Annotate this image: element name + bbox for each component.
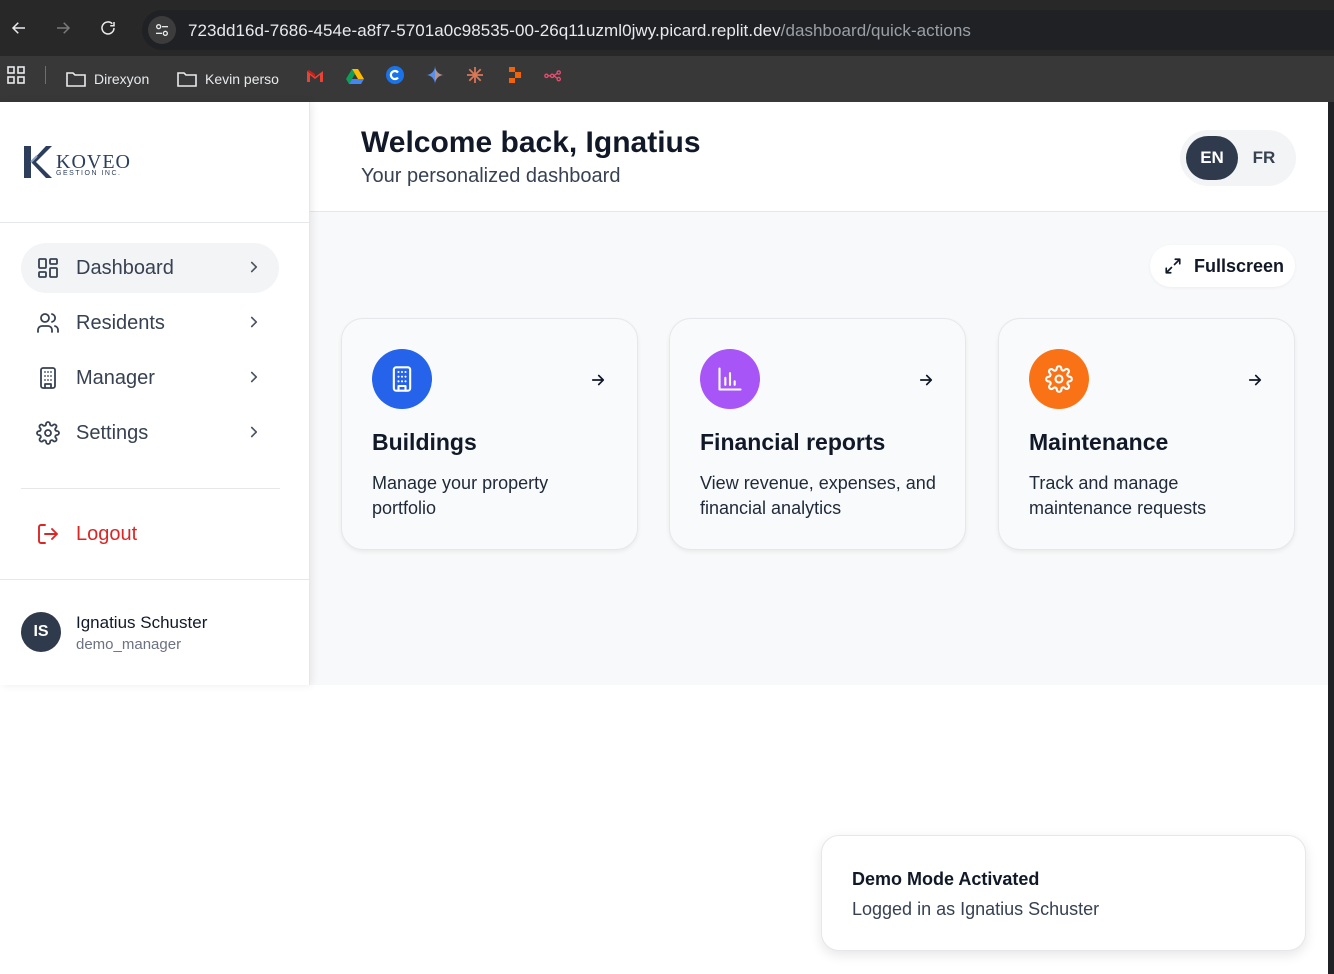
bookmark-separator bbox=[45, 66, 46, 84]
arrow-right-icon bbox=[57, 22, 71, 34]
address-bar[interactable]: 723dd16d-7686-454e-a8f7-5701a0c98535-00-… bbox=[142, 10, 1334, 50]
reload-button[interactable] bbox=[94, 14, 122, 42]
user-name: Ignatius Schuster bbox=[76, 613, 208, 632]
koveo-k-logo-icon bbox=[24, 146, 52, 178]
avatar: IS bbox=[21, 612, 61, 652]
gmail-icon[interactable] bbox=[306, 67, 324, 85]
tune-icon bbox=[156, 23, 168, 36]
card-description: View revenue, expenses, and financial an… bbox=[700, 473, 936, 518]
n8n-icon[interactable] bbox=[544, 66, 562, 84]
koveo-logo[interactable]: KOVEO GESTION INC. bbox=[22, 142, 131, 182]
quick-action-card-maintenance[interactable]: Maintenance Track and manage maintenance… bbox=[998, 318, 1295, 550]
divider bbox=[21, 488, 280, 489]
divider bbox=[0, 579, 310, 580]
url-path: /dashboard/quick-actions bbox=[780, 21, 971, 40]
toast-notification[interactable]: Demo Mode Activated Logged in as Ignatiu… bbox=[821, 835, 1306, 951]
users-icon bbox=[37, 313, 59, 333]
quick-action-card-financial-reports[interactable]: Financial reports View revenue, expenses… bbox=[669, 318, 966, 550]
url-host: 723dd16d-7686-454e-a8f7-5701a0c98535-00-… bbox=[188, 21, 781, 40]
bookmarks-bar: Direxyon Kevin perso bbox=[0, 56, 1334, 102]
cortex-icon[interactable] bbox=[386, 66, 404, 84]
gemini-icon[interactable] bbox=[426, 66, 444, 84]
card-title: Buildings bbox=[372, 429, 477, 455]
chevron-right-icon bbox=[250, 261, 258, 273]
sidebar-item-label: Residents bbox=[76, 312, 165, 334]
url-text: 723dd16d-7686-454e-a8f7-5701a0c98535-00-… bbox=[188, 21, 971, 41]
back-button[interactable] bbox=[5, 14, 33, 42]
quick-action-card-buildings[interactable]: Buildings Manage your property portfolio bbox=[341, 318, 638, 550]
arrow-right-icon bbox=[591, 374, 605, 386]
sidebar-item-manager[interactable]: Manager bbox=[21, 353, 279, 403]
language-en-button[interactable]: EN bbox=[1186, 136, 1238, 180]
bookmark-label: Kevin perso bbox=[205, 71, 279, 87]
page-header: Welcome back, Ignatius Your personalized… bbox=[310, 102, 1328, 212]
bookmark-direxyon[interactable]: Direxyon bbox=[66, 68, 149, 90]
sidebar-item-label: Dashboard bbox=[76, 257, 174, 279]
chevron-right-icon bbox=[250, 371, 258, 383]
folder-icon bbox=[66, 72, 86, 87]
logout-button[interactable]: Logout bbox=[21, 509, 279, 559]
expand-icon bbox=[1165, 258, 1181, 274]
google-drive-icon[interactable] bbox=[346, 67, 364, 85]
app-root: Welcome back, Ignatius Your personalized… bbox=[0, 102, 1328, 974]
toast-title: Demo Mode Activated bbox=[852, 869, 1040, 889]
card-title: Financial reports bbox=[700, 429, 886, 455]
language-switcher: EN FR bbox=[1180, 130, 1296, 186]
sidebar-item-residents[interactable]: Residents bbox=[21, 298, 279, 348]
sidebar-item-dashboard[interactable]: Dashboard bbox=[21, 243, 279, 293]
card-description: Manage your property portfolio bbox=[372, 473, 549, 518]
address-bar-row: 723dd16d-7686-454e-a8f7-5701a0c98535-00-… bbox=[0, 0, 1334, 56]
arrow-right-icon bbox=[919, 374, 933, 386]
gear-icon bbox=[36, 421, 60, 445]
page-subtitle: Your personalized dashboard bbox=[361, 165, 621, 187]
card-icon-tile bbox=[700, 349, 760, 409]
site-info-button[interactable] bbox=[148, 16, 176, 44]
card-icon-tile bbox=[1029, 349, 1089, 409]
browser-chrome: 723dd16d-7686-454e-a8f7-5701a0c98535-00-… bbox=[0, 0, 1334, 102]
bookmark-kevin-perso[interactable]: Kevin perso bbox=[177, 68, 279, 90]
logout-icon bbox=[38, 524, 58, 544]
folder-icon bbox=[177, 72, 197, 87]
window-edge bbox=[1328, 102, 1334, 974]
forward-button[interactable] bbox=[49, 14, 77, 42]
gear-icon bbox=[1045, 365, 1073, 393]
building-icon bbox=[40, 367, 56, 389]
divider bbox=[0, 222, 310, 223]
page-title: Welcome back, Ignatius bbox=[361, 126, 701, 159]
card-description: Track and manage maintenance requests bbox=[1029, 473, 1207, 518]
reload-icon bbox=[101, 21, 115, 35]
bar-chart-icon bbox=[718, 367, 742, 391]
sidebar-item-label: Manager bbox=[76, 367, 155, 389]
logo-text: KOVEO bbox=[56, 151, 131, 173]
fullscreen-button[interactable]: Fullscreen bbox=[1150, 245, 1295, 287]
sidebar-item-label: Settings bbox=[76, 422, 149, 444]
chevron-right-icon bbox=[250, 316, 258, 328]
logo-subtext: GESTION INC. bbox=[56, 170, 122, 177]
card-title: Maintenance bbox=[1029, 429, 1169, 455]
logout-label: Logout bbox=[76, 523, 138, 545]
language-fr-button[interactable]: FR bbox=[1238, 136, 1290, 180]
toast-message: Logged in as Ignatius Schuster bbox=[852, 899, 1100, 919]
arrow-right-icon bbox=[1248, 374, 1262, 386]
replit-icon[interactable] bbox=[506, 66, 524, 84]
apps-grid-icon[interactable] bbox=[7, 66, 25, 84]
bookmark-label: Direxyon bbox=[94, 71, 150, 87]
claude-icon[interactable] bbox=[466, 66, 484, 84]
arrow-left-icon bbox=[11, 22, 25, 34]
fullscreen-label: Fullscreen bbox=[1194, 256, 1285, 276]
card-icon-tile bbox=[372, 349, 432, 409]
sidebar: KOVEO GESTION INC. Dashboard Residents M… bbox=[0, 102, 310, 685]
building-icon bbox=[392, 366, 412, 392]
chevron-right-icon bbox=[250, 426, 258, 438]
dashboard-icon bbox=[38, 258, 58, 278]
sidebar-item-settings[interactable]: Settings bbox=[21, 408, 279, 458]
user-username: demo_manager bbox=[76, 636, 182, 653]
